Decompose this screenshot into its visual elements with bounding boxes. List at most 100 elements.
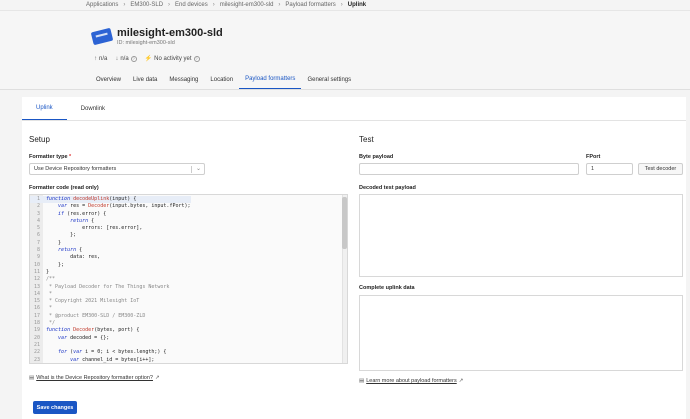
downlink-count-value: n/a — [120, 55, 129, 62]
divider — [0, 89, 690, 90]
chevron-down-icon: ⌄ — [195, 166, 201, 172]
chevron-right-icon: › — [123, 1, 126, 8]
line-number: 2 — [36, 203, 40, 210]
line-number: 8 — [36, 247, 40, 254]
formatter-info-link-text: What is the Device Repository formatter … — [36, 375, 153, 381]
line-number: 22 — [33, 349, 40, 356]
code-line: 7 } — [30, 240, 191, 247]
learn-more-link[interactable]: ▤ Learn more about payload formatters ↗ — [359, 378, 463, 384]
line-number: 18 — [33, 320, 40, 327]
chevron-right-icon: › — [168, 1, 171, 8]
breadcrumb-device[interactable]: milesight-em300-sld — [220, 2, 274, 8]
scrollbar-thumb[interactable] — [342, 197, 347, 249]
line-number: 16 — [33, 305, 40, 312]
save-changes-button[interactable]: Save changes — [33, 401, 77, 414]
formatter-info-link[interactable]: ▤ What is the Device Repository formatte… — [29, 375, 160, 381]
tab-uplink[interactable]: Uplink — [22, 97, 67, 120]
code-line: 12 /** — [30, 276, 191, 283]
code-line: 22 for (var i = 0; i < bytes.length;) { — [30, 349, 191, 356]
code-text: var res = Decoder(input.bytes, input.fPo… — [58, 203, 191, 210]
arrow-down-icon: ↓ — [115, 55, 119, 62]
code-lines: 1 function decodeUplink(input) {2 var res… — [30, 196, 191, 363]
code-line: 17 * @product EM300-SLD / EM300-ZLD — [30, 313, 191, 320]
code-line: 6 }; — [30, 232, 191, 239]
code-line: 19 function Decoder(bytes, port) { — [30, 327, 191, 334]
learn-more-link-text: Learn more about payload formatters — [366, 378, 457, 384]
code-text: }; — [46, 232, 77, 239]
code-line: 1 function decodeUplink(input) { — [30, 196, 191, 204]
line-number: 5 — [36, 225, 40, 232]
formatter-code-label: Formatter code (read only) — [29, 185, 99, 191]
line-number: 6 — [36, 232, 40, 239]
code-text: }; — [46, 261, 65, 268]
arrow-up-icon: ↑ — [94, 55, 97, 62]
line-number: 4 — [36, 217, 40, 224]
code-line: 5 errors: [res.error], — [30, 225, 191, 232]
formatter-type-label: Formatter type * — [29, 154, 71, 160]
help-icon[interactable]: ? — [193, 55, 200, 62]
breadcrumb: Applications › EM300-SLD › End devices › mi… — [86, 0, 366, 9]
external-link-icon: ↗ — [458, 378, 464, 384]
tab-general-settings[interactable]: General settings — [301, 70, 357, 89]
code-editor[interactable]: 1 function decodeUplink(input) {2 var res… — [29, 194, 348, 364]
line-number: 20 — [33, 334, 40, 341]
tab-overview[interactable]: Overview — [90, 70, 127, 89]
code-text: * — [46, 290, 53, 297]
test-decoder-button[interactable]: Test decoder — [638, 163, 683, 175]
line-number: 19 — [33, 327, 40, 334]
code-text: * Copyright 2021 Milesight IoT — [46, 298, 140, 305]
tab-messaging[interactable]: Messaging — [163, 70, 204, 89]
uplink-count: ↑ n/a — [94, 56, 107, 62]
device-stats: ↑ n/a ↓ n/a ? ⚡ No activity yet ? — [94, 55, 200, 62]
activity-status: ⚡ No activity yet ? — [145, 55, 200, 62]
tab-location[interactable]: Location — [204, 70, 239, 89]
code-text: return { — [70, 217, 95, 224]
divider — [22, 120, 686, 121]
breadcrumb-applications[interactable]: Applications — [86, 2, 118, 8]
help-icon[interactable]: ? — [130, 55, 137, 62]
chevron-right-icon: › — [212, 1, 215, 8]
tab-downlink[interactable]: Downlink — [67, 97, 119, 120]
device-id: ID: milesight-em300-sld — [117, 40, 175, 46]
formatter-type-label-text: Formatter type — [29, 154, 68, 160]
book-icon: ▤ — [359, 378, 365, 384]
code-text: return { — [58, 247, 83, 254]
code-text: errors: [res.error], — [46, 225, 143, 232]
code-text: for (var i = 0; i < bytes.length;) { — [58, 349, 167, 356]
code-line: 4 return { — [30, 218, 191, 225]
complete-uplink-label: Complete uplink data — [359, 285, 415, 291]
setup-title: Setup — [29, 135, 50, 144]
line-number: 23 — [33, 356, 40, 363]
code-text: function Decoder(bytes, port) { — [46, 327, 140, 334]
breadcrumb-application[interactable]: EM300-SLD — [130, 2, 163, 8]
code-line: 21 — [30, 342, 191, 349]
code-scrollbar[interactable] — [342, 195, 347, 363]
fport-label: FPort — [586, 154, 601, 160]
code-text: data: res, — [46, 254, 101, 261]
code-line: 16 * — [30, 305, 191, 312]
byte-payload-input[interactable] — [359, 163, 579, 175]
chevron-right-icon: › — [340, 1, 343, 8]
select-divider — [191, 166, 192, 173]
code-text: * — [46, 305, 53, 312]
code-line: 14 * — [30, 291, 191, 298]
breadcrumb-end-devices[interactable]: End devices — [175, 2, 208, 8]
code-line: 3 if (res.error) { — [30, 211, 191, 218]
decoded-payload-output[interactable] — [359, 194, 683, 277]
device-title: milesight-em300-sld — [117, 27, 223, 39]
line-number: 21 — [33, 341, 40, 348]
breadcrumb-current: Uplink — [347, 1, 367, 8]
code-text: * @product EM300-SLD / EM300-ZLD — [46, 312, 146, 319]
tab-live-data[interactable]: Live data — [127, 70, 163, 89]
code-text: /** — [46, 276, 56, 283]
line-number: 14 — [33, 290, 40, 297]
formatter-type-value: Use Device Repository formatters — [34, 166, 117, 172]
required-marker: * — [69, 154, 72, 160]
line-number: 10 — [33, 261, 40, 268]
formatter-type-select[interactable]: Use Device Repository formatters ⌄ — [29, 163, 205, 175]
breadcrumb-payload-formatters[interactable]: Payload formatters — [285, 2, 335, 8]
uplink-count-value: n/a — [99, 55, 108, 62]
tab-payload-formatters[interactable]: Payload formatters — [239, 70, 302, 89]
complete-uplink-output[interactable] — [359, 295, 683, 371]
fport-input[interactable]: 1 — [586, 163, 633, 175]
